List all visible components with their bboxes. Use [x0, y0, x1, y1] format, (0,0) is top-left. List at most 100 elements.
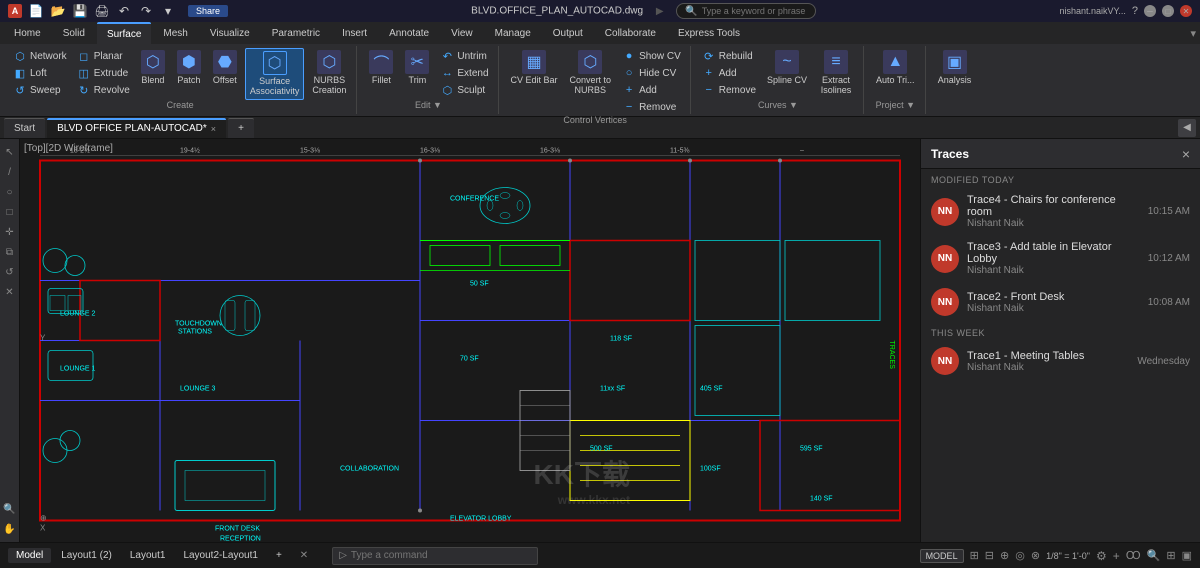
- model-tab[interactable]: Model: [8, 548, 51, 563]
- title-search[interactable]: 🔍: [676, 3, 816, 19]
- copy-tool-btn[interactable]: ⧉: [1, 243, 19, 261]
- rect-tool-btn[interactable]: □: [1, 203, 19, 221]
- tab-output[interactable]: Output: [543, 22, 593, 44]
- command-input[interactable]: [351, 550, 531, 561]
- untrim-btn[interactable]: ↶ Untrim: [437, 48, 491, 64]
- rotate-tool-btn[interactable]: ↺: [1, 263, 19, 281]
- tab-home[interactable]: Home: [4, 22, 51, 44]
- search-input[interactable]: [702, 6, 819, 16]
- help-icon[interactable]: ?: [1132, 5, 1138, 17]
- trim-btn[interactable]: ✂ Trim: [401, 48, 433, 88]
- network-btn[interactable]: ⬡ Network: [10, 48, 70, 64]
- save-btn[interactable]: 💾: [70, 1, 90, 21]
- surface-associativity-btn[interactable]: ⬡ SurfaceAssociativity: [245, 48, 305, 100]
- trace-item-3[interactable]: NN Trace3 - Add table in Elevator Lobby …: [921, 235, 1200, 282]
- command-box[interactable]: ▷: [332, 547, 538, 565]
- viewport[interactable]: [Top][2D Wireframe] 18-2½ 19-4½ 15-3⅛ 16…: [20, 139, 920, 542]
- loft-btn[interactable]: ◧ Loft: [10, 65, 70, 81]
- ortho-icon[interactable]: ⊕: [1000, 549, 1009, 562]
- viewport-label: [Top][2D Wireframe]: [24, 143, 113, 154]
- layout1-2-tab[interactable]: Layout1 (2): [53, 548, 120, 563]
- share-button[interactable]: Share: [188, 5, 228, 17]
- polar-icon[interactable]: ◎: [1015, 549, 1025, 562]
- tab-annotate[interactable]: Annotate: [379, 22, 439, 44]
- doc-tab-start[interactable]: Start: [4, 118, 45, 138]
- tab-surface[interactable]: Surface: [97, 22, 151, 44]
- convert-nurbs-btn[interactable]: ⬡ Convert toNURBS: [566, 48, 616, 98]
- tab-visualize[interactable]: Visualize: [200, 22, 260, 44]
- circle-tool-btn[interactable]: ○: [1, 183, 19, 201]
- patch-btn[interactable]: ⬢ Patch: [173, 48, 205, 88]
- trace-item-4[interactable]: NN Trace4 - Chairs for conference room N…: [921, 188, 1200, 235]
- tab-solid[interactable]: Solid: [53, 22, 95, 44]
- add-layout-btn[interactable]: +: [268, 548, 290, 563]
- grid-icon[interactable]: ⊞: [970, 549, 979, 562]
- doc-tab-blvd[interactable]: BLVD OFFICE PLAN-AUTOCAD* ×: [47, 118, 226, 138]
- layout2-tab[interactable]: Layout2-Layout1: [175, 548, 266, 563]
- revolve-btn[interactable]: ↻ Revolve: [74, 82, 133, 98]
- tab-parametric[interactable]: Parametric: [262, 22, 330, 44]
- open-btn[interactable]: 📂: [48, 1, 68, 21]
- zoom-icon[interactable]: 🔍: [1147, 549, 1161, 562]
- analysis-btn[interactable]: ▣ Analysis: [934, 48, 976, 88]
- settings-icon[interactable]: ⚙: [1096, 549, 1107, 563]
- traces-panel-close-btn[interactable]: ×: [1182, 146, 1190, 162]
- hide-cv-btn[interactable]: ○ Hide CV: [619, 65, 684, 81]
- sweep-btn[interactable]: ↺ Sweep: [10, 82, 70, 98]
- panel-icon[interactable]: ▣: [1182, 549, 1192, 562]
- zoom-tool-btn[interactable]: 🔍: [1, 500, 19, 518]
- tab-collaborate[interactable]: Collaborate: [595, 22, 666, 44]
- tab-insert[interactable]: Insert: [332, 22, 377, 44]
- tab-view[interactable]: View: [441, 22, 483, 44]
- app-icon[interactable]: A: [8, 4, 22, 18]
- select-tool-btn[interactable]: ↖: [1, 143, 19, 161]
- extract-isolines-btn[interactable]: ≡ ExtractIsolines: [815, 48, 857, 98]
- trace-item-2[interactable]: NN Trace2 - Front Desk Nishant Naik 10:0…: [921, 282, 1200, 322]
- remove-cv-btn[interactable]: − Remove: [619, 99, 684, 115]
- add-icon[interactable]: +: [1113, 549, 1120, 563]
- undo-btn[interactable]: ↶: [114, 1, 134, 21]
- snap-icon[interactable]: ⊟: [985, 549, 994, 562]
- remove-curve-btn[interactable]: − Remove: [699, 82, 759, 98]
- sculpt-btn[interactable]: ⬡ Sculpt: [437, 82, 491, 98]
- maximize-button[interactable]: □: [1162, 5, 1174, 17]
- annotation-icon[interactable]: Ꝏ: [1126, 549, 1141, 562]
- move-tool-btn[interactable]: ✛: [1, 223, 19, 241]
- add-curve-btn[interactable]: + Add: [699, 65, 759, 81]
- tab-mesh[interactable]: Mesh: [153, 22, 197, 44]
- new-btn[interactable]: 📄: [26, 1, 46, 21]
- pan-tool-btn[interactable]: ✋: [1, 520, 19, 538]
- extrude-btn[interactable]: ◫ Extrude: [74, 65, 133, 81]
- line-tool-btn[interactable]: /: [1, 163, 19, 181]
- trace-1-initials: NN: [938, 356, 952, 367]
- ribbon-min-icon[interactable]: ▾: [1190, 27, 1196, 40]
- workspace-icon[interactable]: ⊞: [1166, 549, 1175, 562]
- add-cv-btn[interactable]: + Add: [619, 82, 684, 98]
- tab-manage[interactable]: Manage: [485, 22, 541, 44]
- offset-btn[interactable]: ⬣ Offset: [209, 48, 241, 88]
- close-button[interactable]: ✕: [1180, 5, 1192, 17]
- extend-btn[interactable]: ↔ Extend: [437, 65, 491, 81]
- doc-tab-close[interactable]: ×: [211, 124, 216, 134]
- cv-edit-bar-btn[interactable]: ▦ CV Edit Bar: [507, 48, 562, 88]
- planar-btn[interactable]: ◻ Planar: [74, 48, 133, 64]
- panel-collapse-btn[interactable]: ◀: [1178, 119, 1196, 137]
- doc-tab-new[interactable]: +: [228, 118, 254, 138]
- plot-btn[interactable]: 🖨: [92, 1, 112, 21]
- fillet-btn[interactable]: ⌒ Fillet: [365, 48, 397, 88]
- trace-item-1[interactable]: NN Trace1 - Meeting Tables Nishant Naik …: [921, 341, 1200, 381]
- more-btn[interactable]: ▾: [158, 1, 178, 21]
- tab-express-tools[interactable]: Express Tools: [668, 22, 750, 44]
- erase-tool-btn[interactable]: ✕: [1, 283, 19, 301]
- spline-cv-btn[interactable]: ~ Spline CV: [763, 48, 811, 88]
- layout1-tab[interactable]: Layout1: [122, 548, 174, 563]
- osnap-icon[interactable]: ⊗: [1031, 549, 1040, 562]
- blend-btn[interactable]: ⬡ Blend: [137, 48, 169, 88]
- redo-btn[interactable]: ↷: [136, 1, 156, 21]
- minimize-button[interactable]: ─: [1144, 5, 1156, 17]
- auto-tri-btn[interactable]: ▲ Auto Tri...: [872, 48, 919, 88]
- show-cv-btn[interactable]: ● Show CV: [619, 48, 684, 64]
- rebuild-btn[interactable]: ⟳ Rebuild: [699, 48, 759, 64]
- model-space-btn[interactable]: MODEL: [920, 549, 964, 563]
- nurbs-creation-btn[interactable]: ⬡ NURBSCreation: [308, 48, 350, 98]
